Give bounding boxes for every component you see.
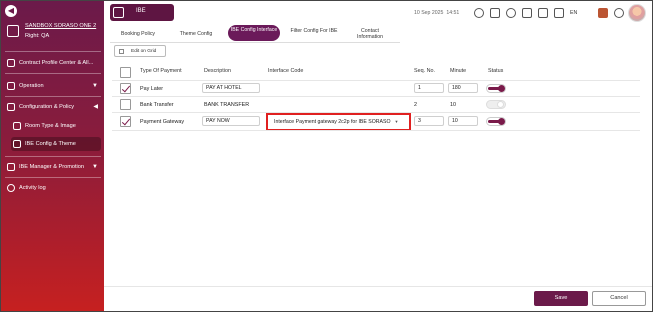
minute-text: 10 — [450, 102, 456, 108]
grid-icon[interactable] — [554, 8, 564, 18]
hotel-icon — [7, 25, 19, 37]
configuration-icon — [7, 103, 15, 111]
sidebar-divider — [5, 96, 101, 97]
tab-filter-config[interactable]: Filter Config For IBE — [288, 26, 340, 42]
sidebar: ◀ SANDBOX SORASO ONE 2 Right: QA Contrac… — [1, 1, 104, 311]
tab-theme-config[interactable]: Theme Config — [174, 26, 218, 42]
interface-code-select[interactable]: Interface Payment gateway 2c2p for IBE S… — [274, 117, 398, 127]
tab-booking-policy[interactable]: Booking Policy — [116, 26, 160, 42]
status-toggle[interactable] — [486, 117, 506, 126]
ibe-config-icon — [13, 140, 21, 148]
sidebar-item-label: Operation — [19, 83, 44, 89]
hotel-name[interactable]: SANDBOX SORASO ONE 2 — [25, 23, 96, 29]
select-all-checkbox[interactable] — [120, 67, 131, 78]
tab-contact-information[interactable]: Contact Information — [348, 26, 392, 42]
row-checkbox[interactable] — [120, 99, 131, 110]
edit-on-grid-button[interactable]: Edit on Grid — [114, 45, 166, 57]
user-right: Right: QA — [25, 33, 50, 39]
sidebar-divider — [5, 51, 101, 52]
sidebar-item-label: IBE Config & Theme — [25, 141, 76, 147]
avatar[interactable] — [628, 4, 646, 22]
sidebar-item-label: Contract Profile Center & All... — [19, 60, 93, 66]
sidebar-item-label: Activity log — [19, 185, 46, 191]
print-icon[interactable] — [490, 8, 500, 18]
cancel-button[interactable]: Cancel — [592, 291, 646, 306]
row-divider — [112, 96, 640, 97]
sidebar-item-operation[interactable]: Operation ▼ — [5, 79, 101, 93]
column-header: Type Of Payment — [140, 68, 182, 74]
bell-icon[interactable] — [474, 8, 484, 18]
payment-type: Payment Gateway — [140, 119, 185, 125]
ibe-logo-icon — [113, 7, 124, 18]
footer-divider — [104, 286, 652, 287]
ibe-app-label: IBE — [136, 8, 146, 14]
description-text: BANK TRANSFER — [204, 102, 250, 108]
sidebar-item-configuration-policy[interactable]: Configuration & Policy ◀ — [5, 100, 101, 114]
edit-on-grid-label: Edit on Grid — [131, 49, 157, 54]
column-header: Status — [488, 68, 504, 74]
dashboard-icon[interactable] — [506, 8, 516, 18]
column-header: Minute — [450, 68, 467, 74]
chevron-down-icon: ▼ — [92, 83, 98, 89]
status-toggle[interactable] — [486, 100, 506, 109]
date-time: 10 Sep 2025 14:51 — [414, 10, 459, 16]
row-divider — [112, 130, 640, 131]
sidebar-item-ibe-config-theme[interactable]: IBE Config & Theme — [11, 137, 101, 151]
interface-code-value: Interface Payment gateway 2c2p for IBE S… — [274, 119, 391, 125]
save-button[interactable]: Save — [534, 291, 588, 306]
description-input[interactable]: PAY AT HOTEL — [202, 83, 260, 93]
language-selector[interactable]: EN — [570, 10, 577, 16]
time-text: 14:51 — [446, 10, 460, 16]
edit-icon — [119, 49, 124, 54]
ibe-manager-icon — [7, 163, 15, 171]
row-divider — [112, 80, 640, 81]
sidebar-item-ibe-manager-promotion[interactable]: IBE Manager & Promotion ▼ — [5, 160, 101, 174]
seq-no-input[interactable]: 1 — [414, 83, 444, 93]
operation-icon — [7, 82, 15, 90]
sidebar-item-activity-log[interactable]: Activity log — [5, 181, 101, 195]
status-toggle[interactable] — [486, 84, 506, 93]
tab-ibe-config-interface[interactable]: IBE Config Interface — [228, 25, 280, 41]
bar-chart-icon[interactable] — [522, 8, 532, 18]
chevron-left-icon: ◀ — [93, 104, 98, 110]
seq-no-text: 2 — [414, 102, 417, 108]
payment-type: Pay Later — [140, 86, 164, 92]
ibe-app-badge[interactable]: IBE — [110, 4, 174, 21]
column-header: Description — [204, 68, 231, 74]
sidebar-divider — [5, 73, 101, 74]
contract-icon — [7, 59, 15, 67]
row-checkbox[interactable] — [120, 83, 131, 94]
sidebar-item-contract-profile[interactable]: Contract Profile Center & All... — [5, 56, 101, 70]
sidebar-item-room-type-image[interactable]: Room Type & Image — [11, 119, 101, 133]
sidebar-divider — [5, 156, 101, 157]
sidebar-divider — [5, 177, 101, 178]
minute-input[interactable]: 180 — [448, 83, 478, 93]
payment-type: Bank Transfer — [140, 102, 174, 108]
line-chart-icon[interactable] — [538, 8, 548, 18]
caret-down-icon: ▼ — [394, 119, 399, 124]
sidebar-item-label: Configuration & Policy — [19, 104, 75, 110]
date-text: 10 Sep 2025 — [414, 10, 444, 16]
description-input[interactable]: PAY NOW — [202, 116, 260, 126]
sidebar-item-label: Room Type & Image — [25, 123, 76, 129]
minute-input[interactable]: 10 — [448, 116, 478, 126]
gear-icon[interactable] — [614, 8, 624, 18]
column-header: Interface Code — [268, 68, 304, 74]
room-type-icon — [13, 122, 21, 130]
collapse-sidebar-button[interactable]: ◀ — [5, 5, 17, 17]
payment-table: Type Of Payment Description Interface Co… — [112, 64, 642, 132]
sidebar-item-label: IBE Manager & Promotion — [19, 164, 84, 170]
chevron-down-icon: ▼ — [92, 164, 98, 170]
seq-no-input[interactable]: 3 — [414, 116, 444, 126]
tab-divider — [110, 42, 400, 43]
row-checkbox[interactable] — [120, 116, 131, 127]
column-header: Seq. No. — [414, 68, 435, 74]
notification-badge-icon[interactable] — [598, 8, 608, 18]
activity-log-icon — [7, 184, 15, 192]
